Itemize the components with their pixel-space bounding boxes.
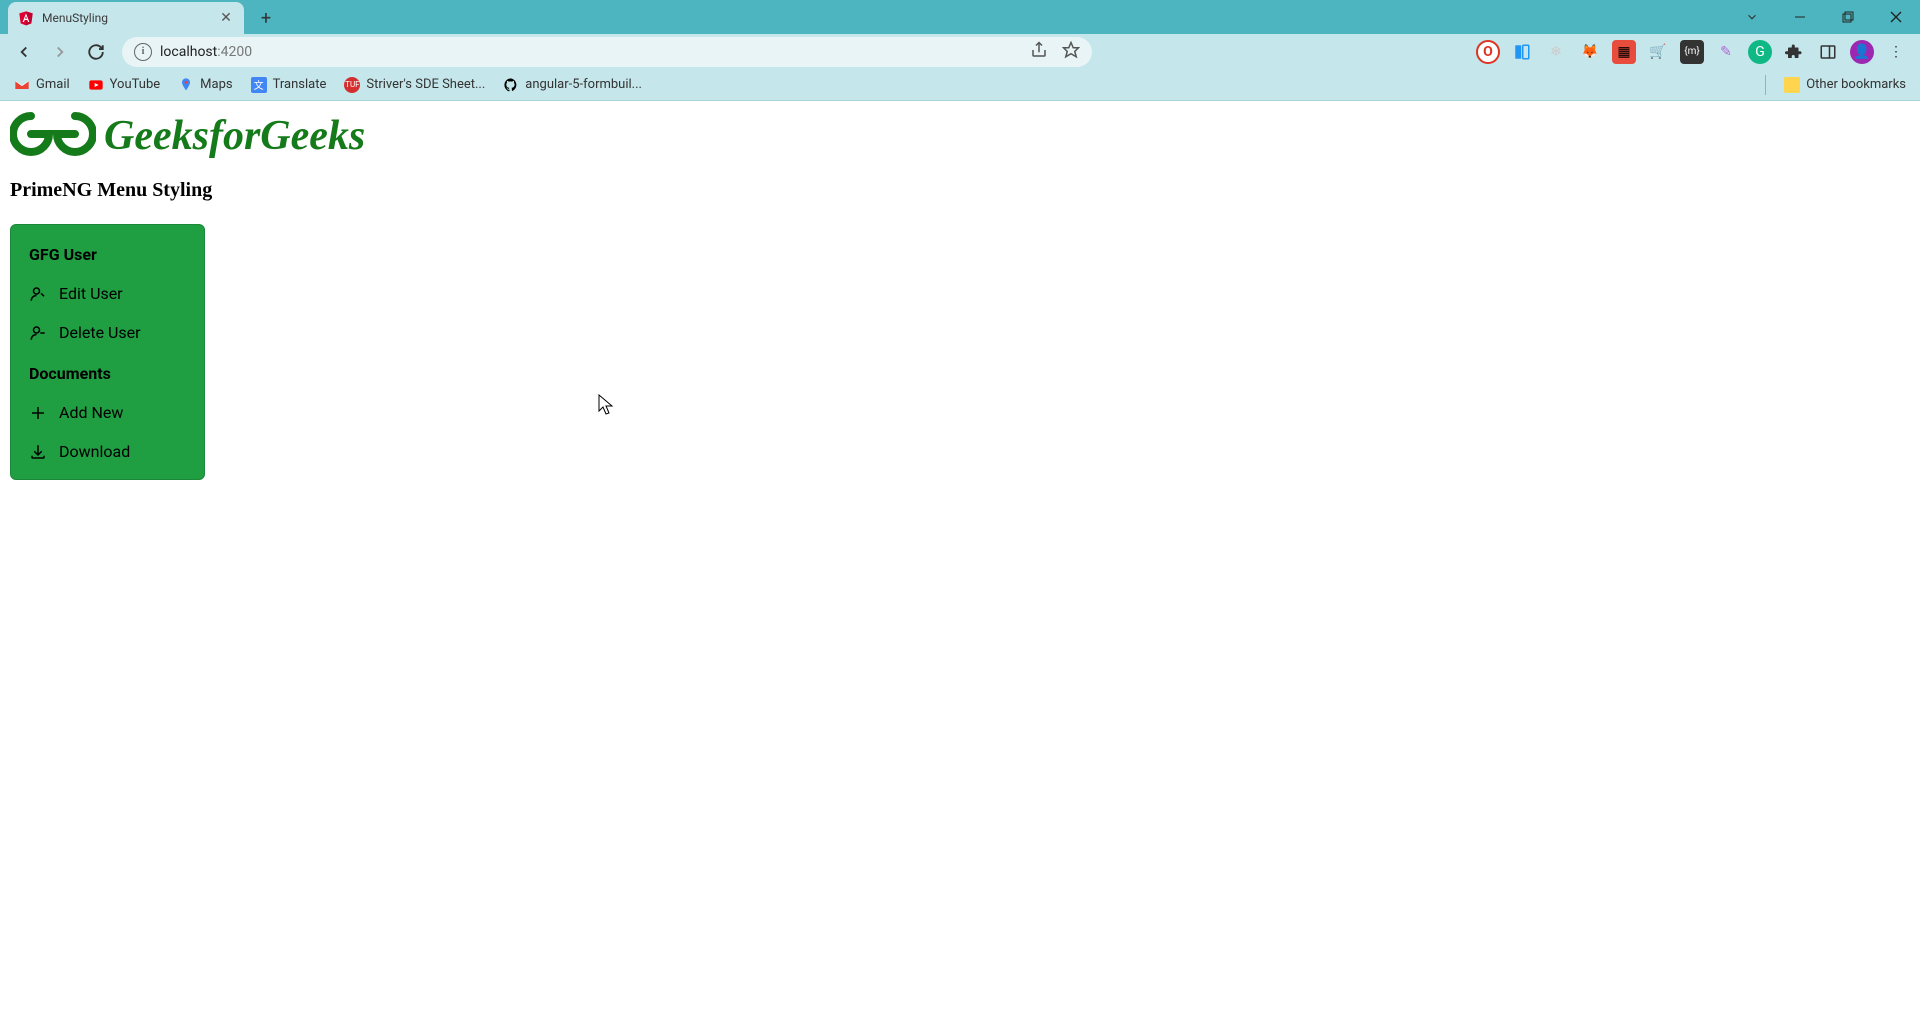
- reload-button[interactable]: [80, 36, 112, 68]
- bookmarks-bar: Gmail YouTube Maps 文 Translate TUF Striv…: [0, 69, 1920, 101]
- back-button[interactable]: [8, 36, 40, 68]
- minimize-button[interactable]: [1786, 3, 1814, 31]
- extension-icon-9[interactable]: G: [1748, 40, 1772, 64]
- youtube-icon: [88, 77, 104, 93]
- menu-item-add-new[interactable]: Add New: [11, 393, 204, 432]
- divider: [1765, 75, 1766, 95]
- tab-title: MenuStyling: [42, 11, 210, 25]
- url-port: :4200: [217, 44, 252, 60]
- page-content: GeeksforGeeks PrimeNG Menu Styling GFG U…: [0, 101, 1920, 490]
- extension-icon-4[interactable]: 🦊: [1578, 40, 1602, 64]
- bookmark-maps[interactable]: Maps: [178, 77, 232, 93]
- page-subtitle: PrimeNG Menu Styling: [10, 179, 1910, 202]
- bookmark-gmail[interactable]: Gmail: [14, 77, 70, 93]
- download-icon: [29, 443, 47, 461]
- bookmark-star-icon[interactable]: [1062, 41, 1080, 63]
- angular-favicon-icon: [18, 10, 34, 26]
- url-host: localhost: [160, 44, 217, 60]
- menu-item-download[interactable]: Download: [11, 432, 204, 471]
- browser-toolbar: i localhost:4200 O ❄ 🦊 ▦ 🛒 {m} ✎ G 👤 ⋮: [0, 34, 1920, 69]
- menu-item-edit-user[interactable]: Edit User: [11, 274, 204, 313]
- bookmark-angular[interactable]: angular-5-formbuil...: [503, 77, 642, 93]
- menu-item-delete-user[interactable]: Delete User: [11, 313, 204, 352]
- extensions-button[interactable]: [1782, 40, 1806, 64]
- github-icon: [503, 77, 519, 93]
- profile-avatar[interactable]: 👤: [1850, 40, 1874, 64]
- bookmark-label: Striver's SDE Sheet...: [366, 77, 485, 92]
- bookmark-youtube[interactable]: YouTube: [88, 77, 161, 93]
- menu-section-header: GFG User: [11, 233, 204, 274]
- chevron-down-icon[interactable]: [1738, 3, 1766, 31]
- extension-icon-2[interactable]: [1510, 40, 1534, 64]
- logo-text: GeeksforGeeks: [104, 112, 365, 160]
- extension-icon-6[interactable]: 🛒: [1646, 40, 1670, 64]
- site-info-icon[interactable]: i: [134, 43, 152, 61]
- extension-icon-1[interactable]: O: [1476, 40, 1500, 64]
- maximize-button[interactable]: [1834, 3, 1862, 31]
- menu-item-label: Edit User: [59, 284, 123, 303]
- plus-icon: [29, 404, 47, 422]
- gmail-icon: [14, 77, 30, 93]
- menu-item-label: Delete User: [59, 323, 141, 342]
- bookmark-label: Translate: [273, 77, 327, 92]
- menu-item-label: Add New: [59, 403, 123, 422]
- bookmark-striver[interactable]: TUF Striver's SDE Sheet...: [344, 77, 485, 93]
- browser-tab[interactable]: MenuStyling ✕: [8, 2, 244, 34]
- close-window-button[interactable]: [1882, 3, 1910, 31]
- other-bookmarks-label: Other bookmarks: [1806, 77, 1906, 92]
- bookmark-label: Gmail: [36, 77, 70, 92]
- gfg-logo-icon: [10, 111, 96, 161]
- tab-close-icon[interactable]: ✕: [218, 10, 234, 26]
- user-edit-icon: [29, 285, 47, 303]
- primeng-menu: GFG User Edit User Delete User Documents…: [10, 224, 205, 480]
- bookmark-label: angular-5-formbuil...: [525, 77, 642, 92]
- tab-bar: MenuStyling ✕ +: [0, 0, 1920, 34]
- menu-section-header: Documents: [11, 352, 204, 393]
- striver-icon: TUF: [344, 77, 360, 93]
- other-bookmarks[interactable]: Other bookmarks: [1784, 77, 1906, 93]
- address-bar[interactable]: i localhost:4200: [122, 37, 1092, 67]
- extension-icon-7[interactable]: {m}: [1680, 40, 1704, 64]
- extension-icon-3[interactable]: ❄: [1544, 40, 1568, 64]
- extension-icon-5[interactable]: ▦: [1612, 40, 1636, 64]
- folder-icon: [1784, 77, 1800, 93]
- logo-row: GeeksforGeeks: [10, 111, 1910, 161]
- bookmark-translate[interactable]: 文 Translate: [251, 77, 327, 93]
- forward-button[interactable]: [44, 36, 76, 68]
- menu-button[interactable]: ⋮: [1884, 40, 1908, 64]
- side-panel-icon[interactable]: [1816, 40, 1840, 64]
- bookmark-label: Maps: [200, 77, 232, 92]
- maps-icon: [178, 77, 194, 93]
- extension-icon-8[interactable]: ✎: [1714, 40, 1738, 64]
- share-icon[interactable]: [1030, 41, 1048, 63]
- translate-icon: 文: [251, 77, 267, 93]
- user-minus-icon: [29, 324, 47, 342]
- menu-item-label: Download: [59, 442, 130, 461]
- bookmark-label: YouTube: [110, 77, 161, 92]
- new-tab-button[interactable]: +: [252, 4, 280, 32]
